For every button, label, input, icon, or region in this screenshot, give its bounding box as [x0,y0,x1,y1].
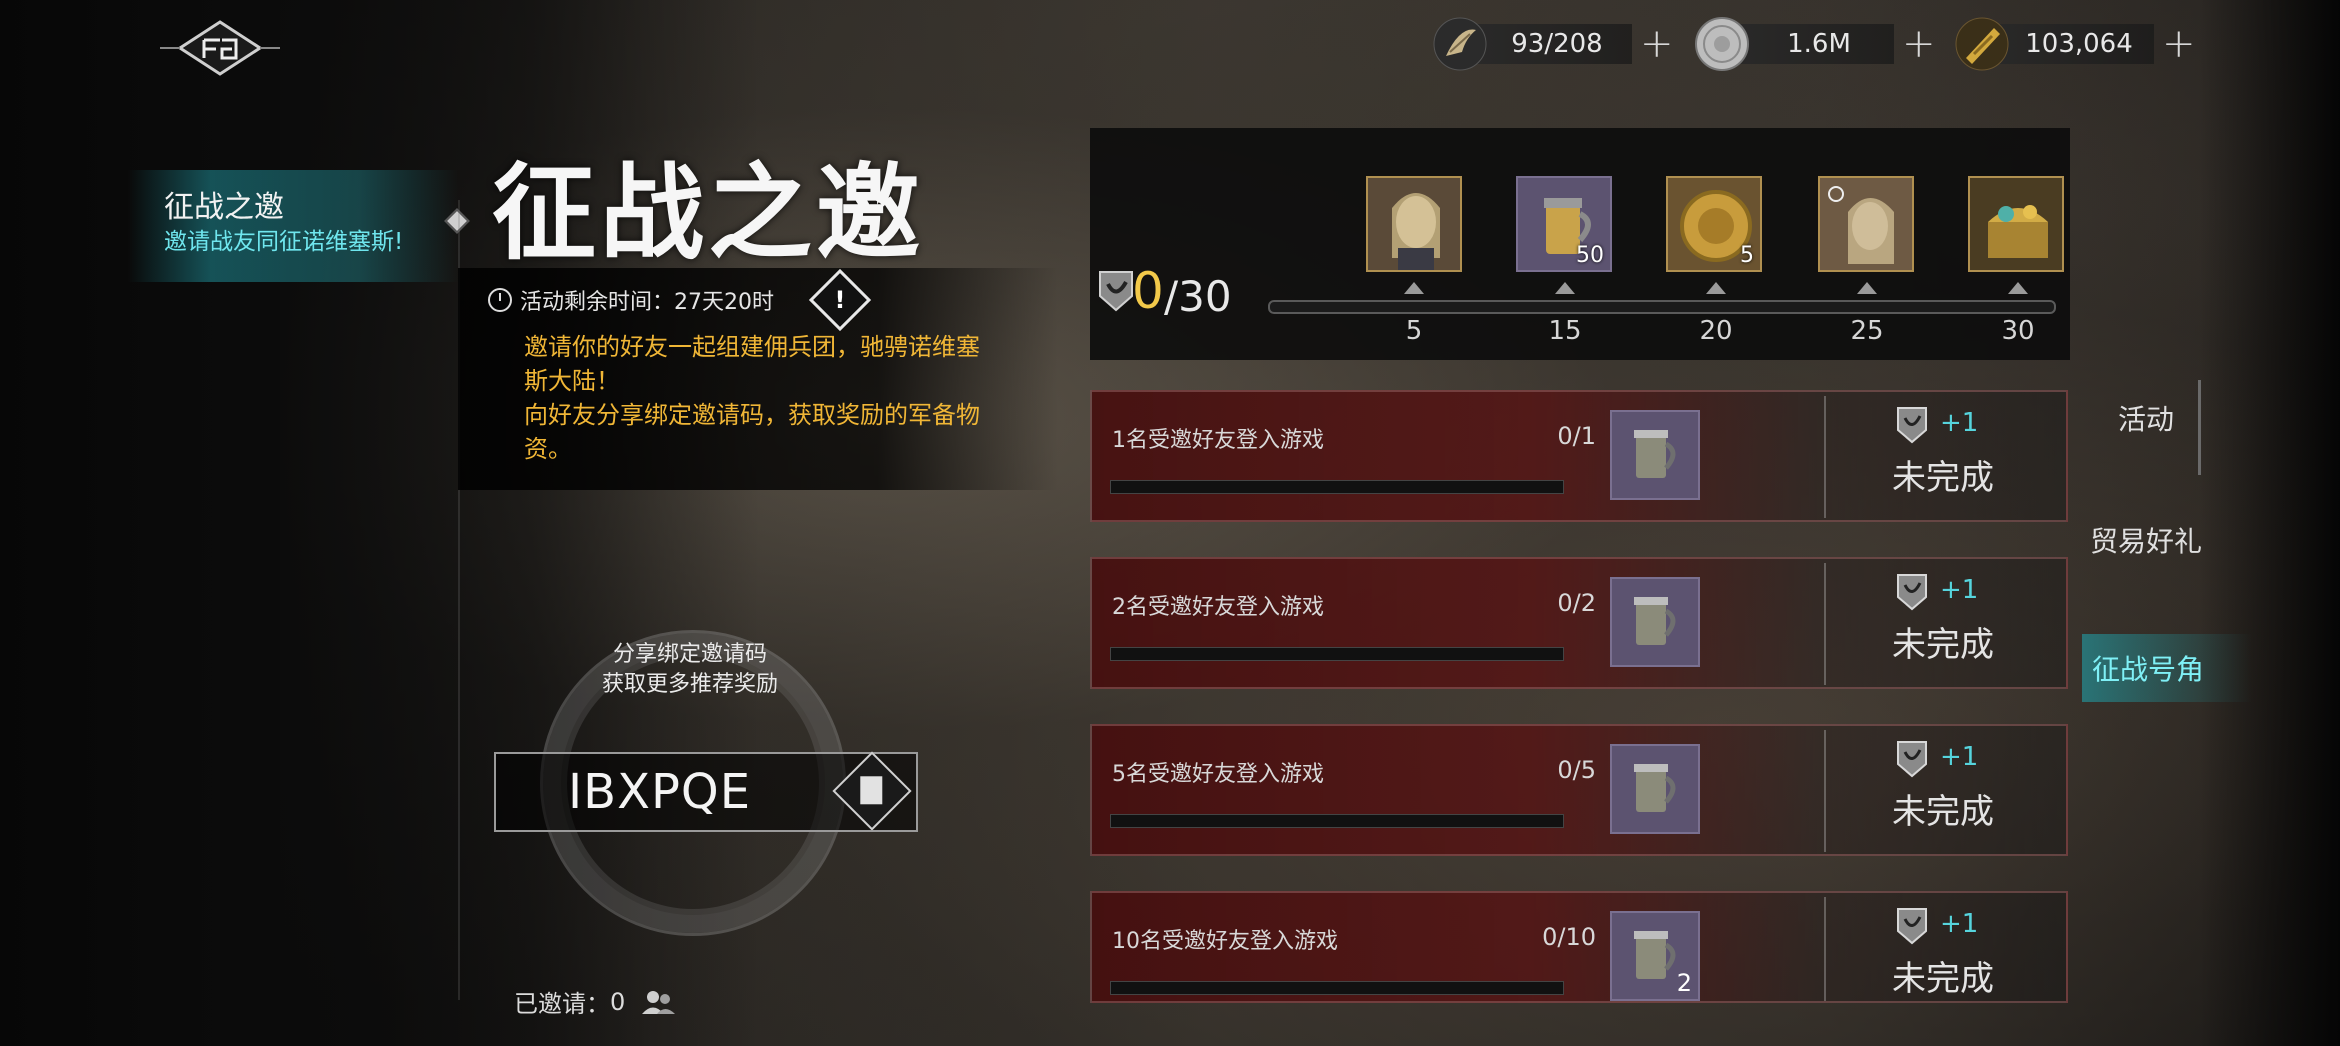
milestone-mark: 20 [1699,316,1733,346]
task-progress-bar [1110,814,1564,828]
horn-badge-icon [1897,407,1927,444]
tab-scroll-indicator [2198,380,2201,475]
task-count: 0/5 [1557,756,1596,784]
task-reward-item[interactable]: 2 [1610,911,1700,1001]
event-title: 征战之邀 [492,151,925,274]
currency-feather: 93/208 + [1432,16,1674,72]
tab-trade-gift[interactable]: 贸易好礼 [2090,520,2240,560]
document-copy-icon [860,776,883,805]
invite-code: IBXPQE [568,764,752,820]
clock-icon [488,288,512,312]
exclamation-icon: ! [834,286,846,314]
milestone-reward-20[interactable]: 5 [1666,176,1762,272]
reward-qty: 50 [1576,243,1604,268]
task-count: 0/1 [1557,422,1596,450]
task-status[interactable]: 未完成 [1892,784,1994,833]
currency-silver: 1.6M + [1694,16,1936,72]
divider [1824,730,1826,852]
horn-badge-icon [1897,574,1927,611]
milestone-pointer [2008,282,2028,294]
tankard-icon [1634,764,1676,812]
milestone-pointer [1555,282,1575,294]
task-row: 2名受邀好友登入游戏 0/2 +1 未完成 [1090,557,2068,689]
invited-count: 已邀请： 0 [514,984,677,1019]
people-icon[interactable] [639,989,677,1015]
invited-value: 0 [610,987,626,1016]
add-gold-button[interactable]: + [2162,24,2196,64]
task-reward-item[interactable] [1610,744,1700,834]
task-reward-item[interactable] [1610,577,1700,667]
task-progress-bar [1110,981,1564,995]
milestone-pointer [1404,282,1424,294]
milestone-reward-25[interactable] [1818,176,1914,272]
reward-qty: 5 [1740,243,1754,268]
milestone-progress-bar [1268,300,2056,314]
task-label: 2名受邀好友登入游戏 [1112,595,1324,620]
horn-badge-icon [1099,271,1133,312]
task-count: 0/10 [1542,923,1596,951]
tankard-icon [1634,597,1676,645]
gold-scale-icon [1954,16,2010,72]
hero-skin-icon [1820,178,1912,270]
event-timer-text: 活动剩余时间：27天20时 [520,290,774,315]
tab-activity[interactable]: 活动 [2118,398,2268,438]
milestone-pointer [1706,282,1726,294]
horn-badge-icon [1897,741,1927,778]
task-row: 1名受邀好友登入游戏 0/1 +1 未完成 [1090,390,2068,522]
milestone-mark: 25 [1850,316,1884,346]
share-prompt-line2: 获取更多推荐奖励 [601,672,778,697]
sidebar-tab-subtitle: 邀请战友同征诺维塞斯! [164,229,404,255]
task-progress-bar [1110,480,1564,494]
task-row: 5名受邀好友登入游戏 0/5 +1 未完成 [1090,724,2068,856]
task-reward-amount: +1 [1940,742,1979,772]
milestone-mark: 30 [2001,316,2035,346]
share-prompt: 分享绑定邀请码 获取更多推荐奖励 [560,640,820,700]
task-label: 5名受邀好友登入游戏 [1112,762,1324,787]
feather-horn-icon [1432,16,1488,72]
horn-badge-icon [1897,908,1927,945]
tankard-icon [1634,430,1676,478]
task-count: 0/2 [1557,589,1596,617]
reward-qty: 2 [1676,969,1692,997]
tab-war-horn[interactable]: 征战号角 [2082,634,2252,702]
sidebar-tab-invite[interactable]: 征战之邀 邀请战友同征诺维塞斯! [128,170,470,282]
currency-gold: 103,064 + [1954,16,2196,72]
sidebar-tab-title: 征战之邀 [164,190,284,225]
task-row: 10名受邀好友登入游戏 0/10 2 +1 未完成 [1090,891,2068,1003]
divider [1824,563,1826,685]
divider [1824,396,1826,518]
task-reward-amount: +1 [1940,408,1979,438]
game-logo [160,20,280,76]
event-timer: 活动剩余时间：27天20时 [488,284,774,316]
task-reward-amount: +1 [1940,909,1979,939]
milestone-pointer [1857,282,1877,294]
task-label: 10名受邀好友登入游戏 [1112,929,1338,954]
currency-feather-value: 93/208 [1474,24,1632,64]
task-reward-amount: +1 [1940,575,1979,605]
currency-gold-value: 103,064 [1996,24,2154,64]
add-feather-button[interactable]: + [1640,24,1674,64]
task-status[interactable]: 未完成 [1892,617,1994,666]
hero-portrait-icon [1368,178,1460,270]
task-progress-bar [1110,647,1564,661]
silver-coin-icon [1694,16,1750,72]
task-status[interactable]: 未完成 [1892,951,1994,1000]
progress-current: 0 [1132,262,1164,320]
add-silver-button[interactable]: + [1902,24,1936,64]
divider [1824,897,1826,1001]
milestone-reward-15[interactable]: 50 [1516,176,1612,272]
treasure-chest-icon [1970,178,2062,270]
progress-total: /30 [1164,272,1232,321]
share-prompt-line1: 分享绑定邀请码 [612,642,767,667]
invited-label: 已邀请： [514,990,610,1018]
currency-silver-value: 1.6M [1736,24,1894,64]
milestone-reward-30[interactable] [1968,176,2064,272]
task-status[interactable]: 未完成 [1892,450,1994,499]
event-description: 邀请你的好友一起组建佣兵团，驰骋诺维塞斯大陆！ 向好友分享绑定邀请码，获取奖励的… [524,333,980,463]
task-reward-item[interactable] [1610,410,1700,500]
milestone-mark: 15 [1548,316,1582,346]
milestone-mark: 5 [1405,316,1423,346]
task-label: 1名受邀好友登入游戏 [1112,428,1324,453]
milestone-reward-5[interactable] [1366,176,1462,272]
